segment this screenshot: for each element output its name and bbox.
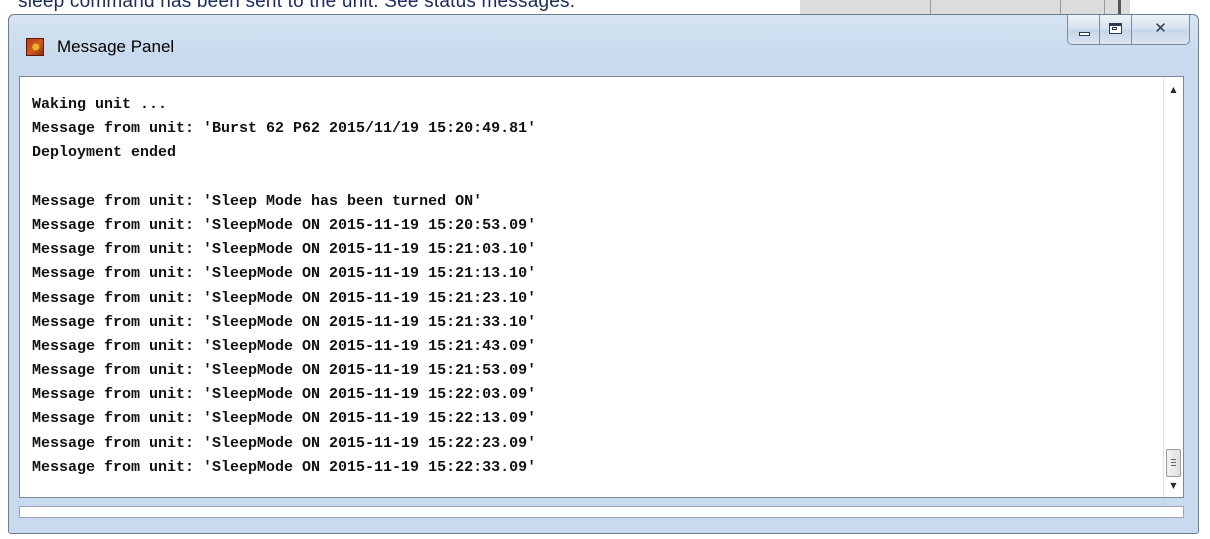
background-edge [1118, 0, 1121, 14]
message-text-area[interactable]: Waking unit ... Message from unit: 'Burst… [19, 76, 1184, 498]
close-button[interactable]: ✕ [1132, 15, 1190, 45]
message-line: Message from unit: 'SleepMode ON 2015-11… [32, 434, 537, 452]
message-line: Message from unit: 'SleepMode ON 2015-11… [32, 362, 537, 380]
message-line: Waking unit ... [32, 96, 168, 113]
background-divider [930, 0, 931, 14]
app-icon [26, 38, 44, 56]
title-bar[interactable]: Message Panel ✕ [9, 15, 1198, 77]
window-title: Message Panel [57, 37, 175, 56]
message-list: Waking unit ... Message from unit: 'Burst… [32, 93, 536, 480]
message-line: Message from unit: 'SleepMode ON 2015-11… [32, 313, 537, 331]
message-line: Message from unit: 'SleepMode ON 2015-11… [32, 216, 537, 234]
message-line: Message from unit: 'SleepMode ON 2015-11… [32, 289, 537, 307]
message-line: Deployment ended [32, 144, 177, 162]
message-line: Message from unit: 'SleepMode ON 2015-11… [32, 458, 537, 476]
maximize-icon [1109, 23, 1122, 34]
scroll-down-icon[interactable]: ▼ [1164, 477, 1183, 495]
message-line: Message from unit: 'SleepMode ON 2015-11… [32, 386, 537, 404]
message-line: Message from unit: 'SleepMode ON 2015-11… [32, 337, 537, 355]
message-line [32, 166, 536, 190]
message-line: Message from unit: 'SleepMode ON 2015-11… [32, 241, 537, 259]
minimize-button[interactable] [1067, 15, 1100, 45]
background-toolbar [800, 0, 1130, 14]
minimize-icon [1079, 32, 1090, 36]
scroll-up-icon[interactable]: ▲ [1164, 81, 1183, 99]
grip-line [1171, 465, 1176, 466]
background-divider [1060, 0, 1061, 14]
background-divider [1104, 0, 1105, 14]
grip-line [1171, 459, 1176, 460]
vertical-scrollbar[interactable]: ▲ ▼ [1163, 77, 1183, 497]
message-panel-window: Message Panel ✕ Waking unit ... Message f… [8, 14, 1199, 534]
maximize-button[interactable] [1100, 15, 1132, 45]
scroll-thumb[interactable] [1166, 449, 1181, 477]
status-strip [19, 506, 1184, 518]
background-status-text: sleep command has been sent to the unit.… [18, 0, 576, 12]
message-line: Message from unit: 'SleepMode ON 2015-11… [32, 410, 537, 428]
close-icon: ✕ [1154, 19, 1167, 37]
message-line: Message from unit: 'Sleep Mode has been … [32, 192, 483, 210]
grip-line [1171, 462, 1176, 463]
message-line: Message from unit: 'SleepMode ON 2015-11… [32, 265, 537, 283]
background-window: sleep command has been sent to the unit.… [0, 0, 1210, 14]
window-controls: ✕ [1067, 15, 1190, 45]
message-line: Message from unit: 'Burst 62 P62 2015/11… [32, 120, 537, 138]
